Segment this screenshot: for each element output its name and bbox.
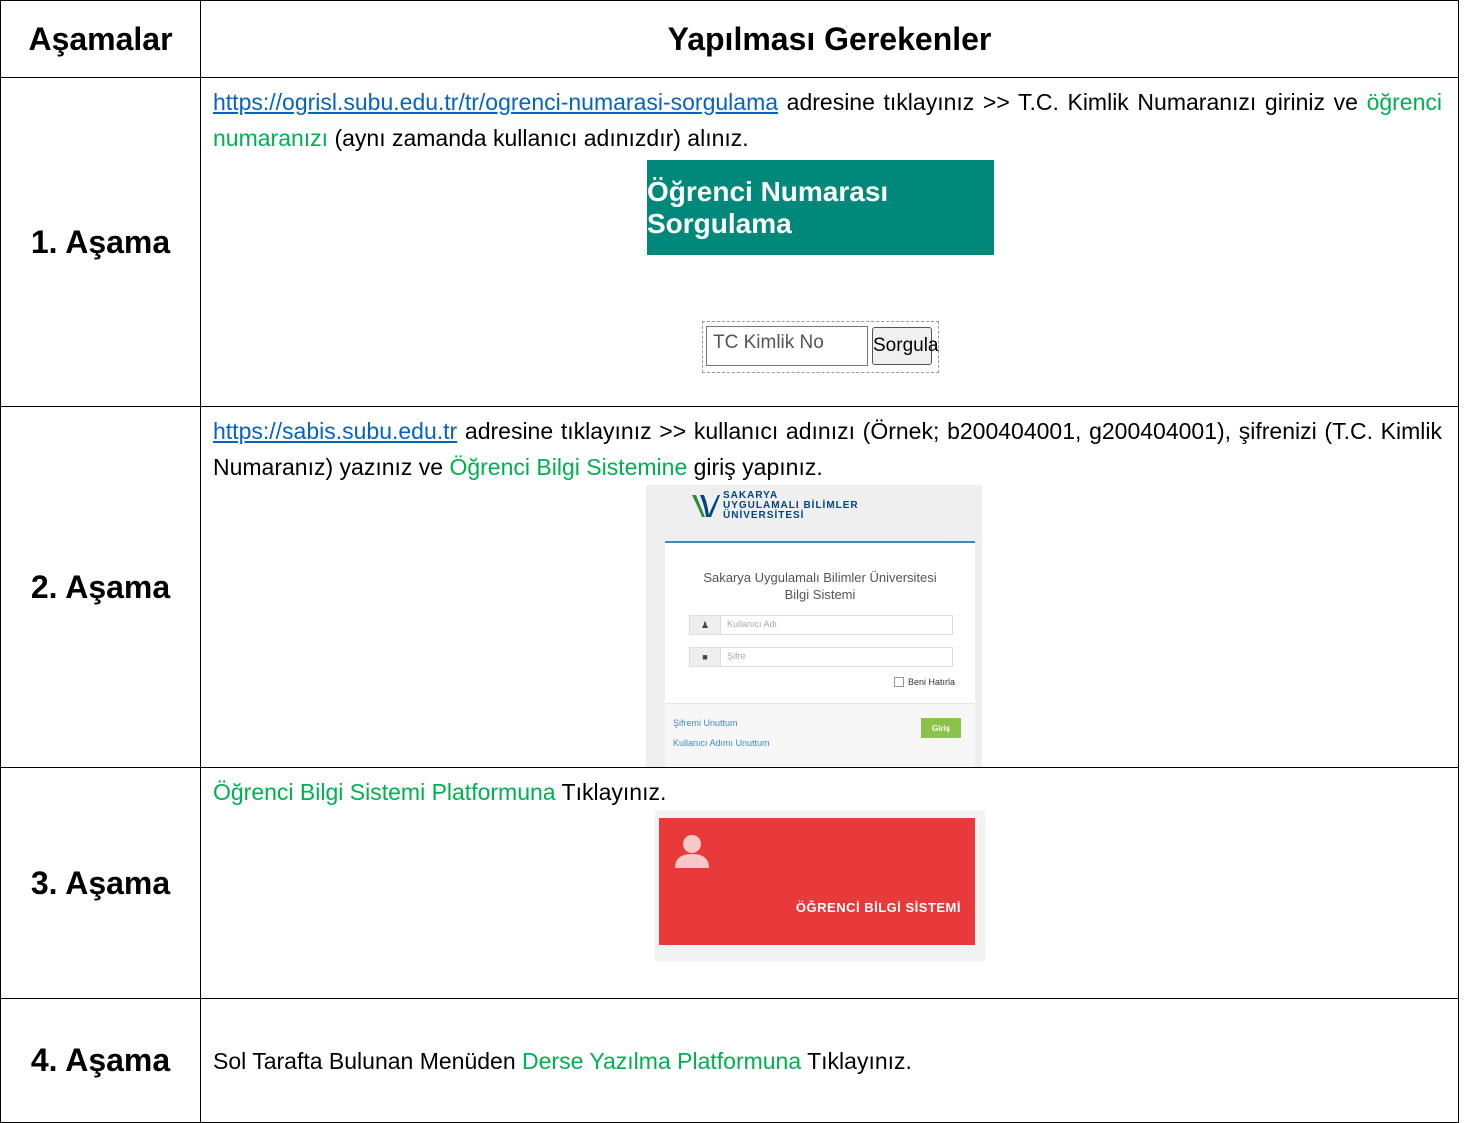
stage-label: 2. Aşama <box>0 406 201 768</box>
header-tasks: Yapılması Gerekenler <box>200 0 1459 78</box>
lock-icon: ■ <box>690 648 721 666</box>
user-icon <box>675 835 709 868</box>
sabis-link[interactable]: https://sabis.subu.edu.tr <box>213 418 457 444</box>
highlight-text: Derse Yazılma Platformuna <box>522 1047 802 1074</box>
query-screenshot: Öğrenci Numarası Sorgulama TC Kimlik No … <box>201 156 1458 406</box>
login-footer: Şifremi Unuttum Kullanıcı Adımı Unuttum … <box>665 703 975 767</box>
user-icon: ♟ <box>690 616 721 634</box>
remember-checkbox[interactable] <box>893 677 904 687</box>
login-page: SAKARYA UYGULAMALI BİLİMLER ÜNİVERSİTESİ… <box>646 485 982 767</box>
stage-label: 1. Aşama <box>0 77 201 407</box>
forgot-username-link[interactable]: Kullanıcı Adımı Unuttum <box>673 738 770 748</box>
university-logo: SAKARYA UYGULAMALI BİLİMLER ÜNİVERSİTESİ <box>690 491 859 521</box>
steps-table: Aşamalar Yapılması Gerekenler 1. Aşama h… <box>0 0 1459 1123</box>
instruction-part: giriş yapınız. <box>687 454 823 480</box>
login-screenshot: SAKARYA UYGULAMALI BİLİMLER ÜNİVERSİTESİ… <box>201 485 1458 767</box>
password-placeholder: Şifre <box>727 651 746 661</box>
stage-label: 3. Aşama <box>0 767 201 999</box>
highlight-text: Öğrenci Bilgi Sistemi Platformuna <box>213 779 556 805</box>
instruction-cell: Öğrenci Bilgi Sistemi Platformuna Tıklay… <box>200 767 1459 999</box>
logo-line-3: ÜNİVERSİTESİ <box>723 510 805 521</box>
highlight-text: Öğrenci Bilgi Sistemine <box>449 454 688 480</box>
instruction-text: Sol Tarafta Bulunan Menüden Derse Yazılm… <box>201 1043 1458 1079</box>
obs-screenshot: ÖĞRENCİ BİLGİ SİSTEMİ <box>201 810 1458 967</box>
login-title-line-2: Bilgi Sistemi <box>784 587 856 602</box>
stage-label: 4. Aşama <box>0 998 201 1123</box>
table-row: 1. Aşama https://ogrisl.subu.edu.tr/tr/o… <box>0 77 1459 407</box>
student-number-link[interactable]: https://ogrisl.subu.edu.tr/tr/ogrenci-nu… <box>213 89 778 115</box>
remember-label: Beni Hatırla <box>907 677 955 687</box>
login-title: Sakarya Uygulamalı Bilimler Üniversitesi… <box>665 569 975 603</box>
instruction-cell: Sol Tarafta Bulunan Menüden Derse Yazılm… <box>200 998 1459 1123</box>
username-placeholder: Kullanıcı Adı <box>727 619 778 629</box>
obs-tile-frame: ÖĞRENCİ BİLGİ SİSTEMİ <box>655 810 985 961</box>
remember-me[interactable]: Beni Hatırla <box>893 677 955 687</box>
forgot-password-link[interactable]: Şifremi Unuttum <box>673 718 738 728</box>
table-row: 3. Aşama Öğrenci Bilgi Sistemi Platformu… <box>0 767 1459 999</box>
login-title-line-1: Sakarya Uygulamalı Bilimler Üniversitesi <box>703 570 937 585</box>
table-row: 4. Aşama Sol Tarafta Bulunan Menüden Der… <box>0 998 1459 1123</box>
instruction-part: Tıklayınız. <box>555 779 667 805</box>
tc-input[interactable]: TC Kimlik No <box>706 326 868 366</box>
instruction-text: Öğrenci Bilgi Sistemi Platformuna Tıklay… <box>201 768 1458 810</box>
query-button[interactable]: Sorgula <box>872 327 939 365</box>
obs-tile-label: ÖĞRENCİ BİLGİ SİSTEMİ <box>795 900 961 915</box>
query-form: TC Kimlik No Sorgula <box>702 321 939 373</box>
table-row: 2. Aşama https://sabis.subu.edu.tr adres… <box>0 406 1459 768</box>
instruction-part: Tıklayınız. <box>801 1047 912 1074</box>
username-field[interactable]: ♟ Kullanıcı Adı <box>689 615 953 635</box>
login-button[interactable]: Giriş <box>921 718 961 738</box>
instruction-text: https://sabis.subu.edu.tr adresine tıkla… <box>201 407 1458 485</box>
instruction-cell: https://ogrisl.subu.edu.tr/tr/ogrenci-nu… <box>200 77 1459 407</box>
instruction-text: https://ogrisl.subu.edu.tr/tr/ogrenci-nu… <box>201 78 1458 156</box>
instruction-part: Sol Tarafta Bulunan Menüden <box>213 1047 523 1074</box>
header-stages: Aşamalar <box>0 0 201 78</box>
instruction-part: adresine tıklayınız >> T.C. Kimlik Numar… <box>778 89 1367 115</box>
login-panel: Sakarya Uygulamalı Bilimler Üniversitesi… <box>665 541 975 767</box>
instruction-part: (aynı zamanda kullanıcı adınızdır) alını… <box>328 125 749 151</box>
obs-tile[interactable]: ÖĞRENCİ BİLGİ SİSTEMİ <box>659 818 975 945</box>
password-field[interactable]: ■ Şifre <box>689 647 953 667</box>
logo-icon <box>692 495 720 517</box>
instruction-cell: https://sabis.subu.edu.tr adresine tıkla… <box>200 406 1459 768</box>
table-header: Aşamalar Yapılması Gerekenler <box>0 0 1459 78</box>
query-banner: Öğrenci Numarası Sorgulama <box>647 160 994 255</box>
